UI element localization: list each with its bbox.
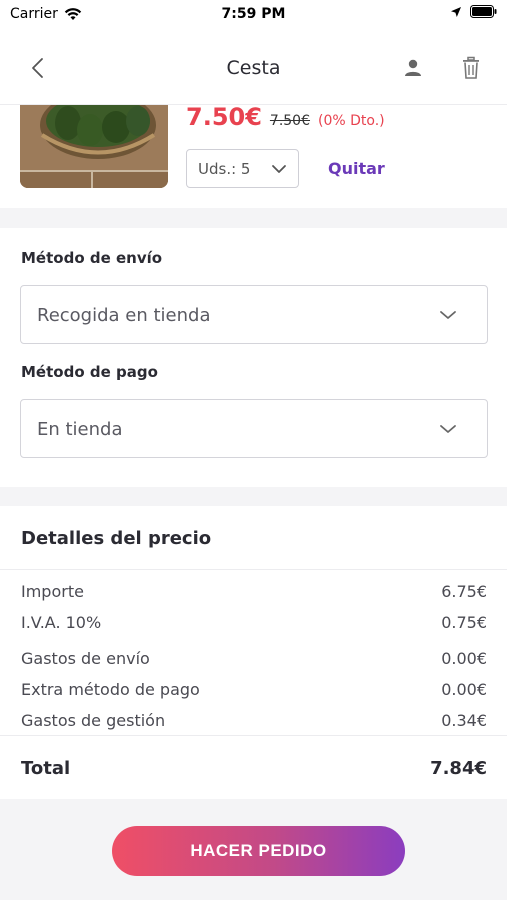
quantity-select[interactable]: Uds.: 5 [186,149,299,188]
shipping-method-value: Recogida en tienda [37,305,211,326]
discount-label: (0% Dto.) [318,113,385,129]
chevron-down-icon [272,165,286,173]
status-bar: Carrier 7:59 PM [0,0,507,30]
price-row-payment-extra: Extra método de pago 0.00€ [21,680,487,699]
row-value: 0.00€ [441,680,487,699]
price-row-shipping: Gastos de envío 0.00€ [21,649,487,668]
product-photo [20,105,168,188]
payment-method-select[interactable]: En tienda [20,399,488,458]
remove-button[interactable]: Quitar [328,159,385,178]
row-value: 0.34€ [441,711,487,730]
methods-section: Método de envío Recogida en tienda Métod… [0,228,507,487]
shipping-method-select[interactable]: Recogida en tienda [20,285,488,344]
page-title: Cesta [226,57,281,79]
price-row-iva: I.V.A. 10% 0.75€ [21,613,487,632]
total-row: Total 7.84€ [21,758,487,779]
place-order-button[interactable]: HACER PEDIDO [112,826,405,876]
divider [0,735,507,736]
price-details-title: Detalles del precio [21,528,212,549]
trash-icon[interactable] [460,56,482,80]
user-icon[interactable] [402,57,424,79]
price-details: Detalles del precio Importe 6.75€ I.V.A.… [0,506,507,799]
row-label: I.V.A. 10% [21,613,102,632]
price-row-management: Gastos de gestión 0.34€ [21,711,487,730]
row-label: Importe [21,582,84,601]
row-value: 0.75€ [441,613,487,632]
row-label: Gastos de gestión [21,711,166,730]
price-row-importe: Importe 6.75€ [21,582,487,601]
product-image[interactable] [20,105,168,188]
old-price: 7.50€ [269,113,311,129]
shipping-label: Método de envío [21,249,163,267]
status-right [450,5,497,18]
quantity-label: Uds.: 5 [198,160,251,178]
chevron-down-icon [440,311,456,319]
row-value: 0.00€ [441,649,487,668]
location-arrow-icon [451,6,461,17]
chevron-down-icon [440,425,456,433]
nav-bar: Cesta [0,30,507,105]
payment-label: Método de pago [21,363,158,381]
total-label: Total [21,758,71,779]
current-price: 7.50€ [186,105,262,131]
payment-method-value: En tienda [37,419,123,440]
divider [0,569,507,570]
battery-icon [470,5,497,18]
basket-item: 7.50€ 7.50€ (0% Dto.) Uds.: 5 Quitar [0,105,507,208]
row-label: Gastos de envío [21,649,150,668]
total-value: 7.84€ [430,758,487,779]
status-time: 7:59 PM [221,6,286,22]
row-value: 6.75€ [441,582,487,601]
price-row: 7.50€ 7.50€ (0% Dto.) [186,105,385,131]
row-label: Extra método de pago [21,680,200,699]
